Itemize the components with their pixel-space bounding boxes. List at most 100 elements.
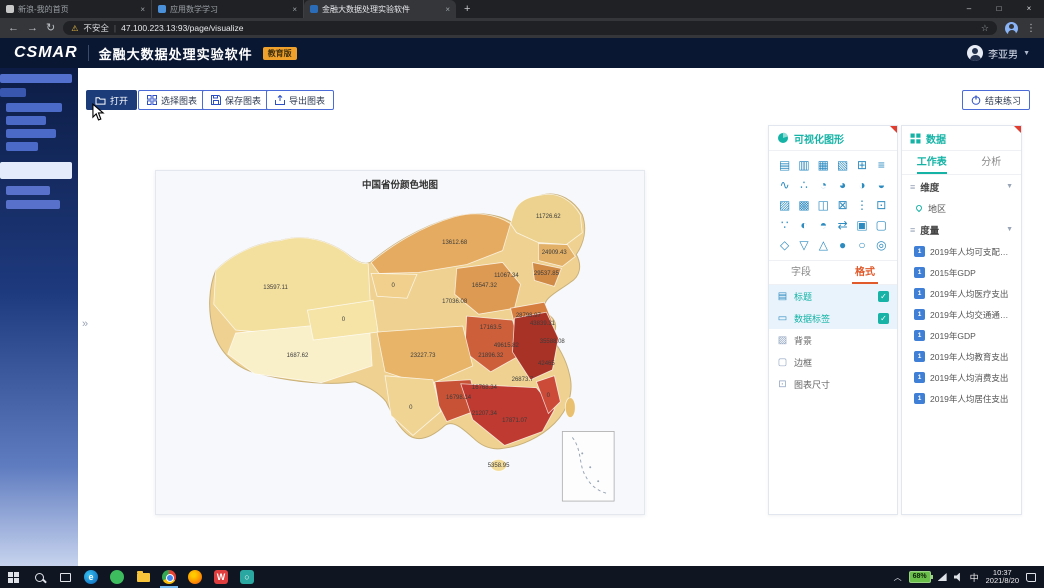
browser-tab-3[interactable]: 金融大数据处理实验软件× [304, 0, 456, 18]
chart-type-list-view-icon[interactable]: ≡ [873, 158, 889, 173]
end-practice-button[interactable]: 结束练习 [962, 90, 1030, 110]
chart-type-rose-chart-icon[interactable]: ◓ [815, 218, 831, 233]
chart-type-pie-chart-icon[interactable]: ◕ [835, 178, 851, 193]
tab-close-icon[interactable]: × [445, 5, 450, 14]
maximize-button[interactable]: □ [984, 0, 1014, 18]
chart-type-treemap-icon[interactable]: ▩ [796, 198, 812, 213]
chart-type-triangle-plot-icon[interactable]: △ [815, 238, 831, 253]
taskbar-app-green[interactable] [104, 566, 130, 588]
battery-icon[interactable]: 68% [909, 571, 931, 583]
chart-type-table-icon[interactable]: ▤ [777, 158, 793, 173]
sidebar-expand-icon[interactable]: » [82, 318, 88, 330]
chart-type-bar-chart-icon[interactable]: ▥ [796, 158, 812, 173]
measure-item[interactable]: 12019年人均居住支出 [902, 388, 1021, 409]
checkbox-checked-icon[interactable]: ✓ [878, 291, 889, 302]
sidebar-menu-item[interactable] [6, 200, 60, 209]
chart-type-filled-circle-icon[interactable]: ● [835, 238, 851, 253]
browser-tab-1[interactable]: 新浪-我的首页× [0, 0, 152, 18]
export-chart-button[interactable]: 导出图表 [266, 90, 334, 110]
taskbar-clock[interactable]: 10:37 2021/8/20 [986, 569, 1019, 586]
measure-item[interactable]: 12019年人均可支配收入 [902, 241, 1021, 262]
chart-type-gauge-chart-icon[interactable]: ◒ [873, 178, 889, 193]
tab-worksheet[interactable]: 工作表 [902, 151, 962, 174]
measure-item[interactable]: 12019年人均消费支出 [902, 367, 1021, 388]
chart-type-inverted-triangle-icon[interactable]: ▽ [796, 238, 812, 253]
sidebar-menu-item[interactable] [6, 129, 56, 138]
volume-icon[interactable] [954, 573, 963, 582]
measure-item[interactable]: 12019年GDP [902, 325, 1021, 346]
taskbar-firefox[interactable] [182, 566, 208, 588]
taskbar-app-teal[interactable]: ○ [234, 566, 260, 588]
chart-type-histogram-icon[interactable]: ▦ [815, 158, 831, 173]
user-menu[interactable]: 李亚男 ▼ [967, 45, 1030, 61]
browser-menu-icon[interactable]: ⋮ [1026, 23, 1036, 34]
dimension-section-header[interactable]: ≡ 维度 ▼ [902, 175, 1021, 198]
measure-item[interactable]: 12019年人均医疗支出 [902, 283, 1021, 304]
chart-type-map-chart-icon[interactable]: ◎ [873, 238, 889, 253]
bookmark-star-icon[interactable]: ☆ [981, 23, 989, 34]
action-center-icon[interactable] [1026, 573, 1036, 582]
chart-type-funnel-chart-icon[interactable]: ▣ [854, 218, 870, 233]
new-tab-button[interactable]: + [456, 0, 478, 18]
tab-close-icon[interactable]: × [140, 5, 145, 14]
chart-type-box-plot-icon[interactable]: ⊠ [835, 198, 851, 213]
tab-format[interactable]: 格式 [833, 261, 897, 284]
sidebar-menu-item-selected[interactable] [0, 162, 72, 179]
sidebar-menu-item[interactable] [6, 116, 46, 125]
chart-type-diamond-plot-icon[interactable]: ◇ [777, 238, 793, 253]
measure-item[interactable]: 12019年人均教育支出 [902, 346, 1021, 367]
tray-expand-icon[interactable]: ︿ [894, 572, 902, 583]
measure-section-header[interactable]: ≡ 度量 ▼ [902, 218, 1021, 241]
chart-type-scatter-plot-icon[interactable]: ∴ [796, 178, 812, 193]
url-input[interactable]: ⚠ 不安全 | 47.100.223.13:93/page/visualize … [63, 21, 997, 35]
chart-type-stacked-bar-icon[interactable]: ▧ [835, 158, 851, 173]
taskbar-app-red[interactable]: W [208, 566, 234, 588]
security-warning-icon[interactable]: ⚠ [71, 24, 78, 33]
sidebar-menu-item[interactable] [6, 103, 62, 112]
measure-item[interactable]: 12015年GDP [902, 262, 1021, 283]
format-item-background[interactable]: ▨背景 [769, 329, 897, 351]
minimize-button[interactable]: – [954, 0, 984, 18]
chart-type-donut-chart-icon[interactable]: ◑ [854, 178, 870, 193]
format-item-size[interactable]: ⊡图表尺寸 [769, 373, 897, 395]
start-button[interactable] [0, 566, 26, 588]
sidebar-menu-item[interactable] [6, 186, 50, 195]
taskbar-file-explorer[interactable] [130, 566, 156, 588]
chart-type-sankey-chart-icon[interactable]: ⇄ [835, 218, 851, 233]
tab-close-icon[interactable]: × [292, 5, 297, 14]
taskbar-edge[interactable]: e [78, 566, 104, 588]
save-chart-button[interactable]: 保存图表 [202, 90, 270, 110]
measure-item[interactable]: 12019年人均交通通信支出 [902, 304, 1021, 325]
format-item-title[interactable]: ▤标题✓ [769, 285, 897, 307]
chart-type-circle-plot-icon[interactable]: ○ [854, 238, 870, 253]
sidebar-menu-item[interactable] [6, 142, 38, 151]
task-view-button[interactable] [52, 566, 78, 588]
chart-type-matrix-chart-icon[interactable]: ◫ [815, 198, 831, 213]
input-method-indicator[interactable]: 中 [970, 571, 979, 584]
refresh-icon[interactable]: ↻ [46, 18, 55, 38]
tab-analysis[interactable]: 分析 [962, 151, 1022, 174]
tab-field[interactable]: 字段 [769, 261, 833, 284]
chart-type-border-chart-icon[interactable]: ▢ [873, 218, 889, 233]
chart-type-point-cloud-icon[interactable]: ∵ [777, 218, 793, 233]
chart-type-grid-plot-icon[interactable]: ⊞ [854, 158, 870, 173]
sidebar-menu-item[interactable] [0, 88, 26, 97]
taskbar-chrome[interactable] [156, 566, 182, 588]
chart-type-line-chart-icon[interactable]: ∿ [777, 178, 793, 193]
back-icon[interactable]: ← [8, 18, 19, 38]
chart-type-frame-chart-icon[interactable]: ⊡ [873, 198, 889, 213]
checkbox-checked-icon[interactable]: ✓ [878, 313, 889, 324]
chart-type-bubble-chart-icon[interactable]: ◔ [815, 178, 831, 193]
format-item-border[interactable]: ▢边框 [769, 351, 897, 373]
chart-type-heatmap-icon[interactable]: ▨ [777, 198, 793, 213]
dimension-item[interactable]: 地区 [902, 198, 1021, 218]
chart-type-radar-chart-icon[interactable]: ◐ [796, 218, 812, 233]
chart-type-dot-plot-icon[interactable]: ⋮ [854, 198, 870, 213]
browser-profile-avatar[interactable] [1005, 22, 1018, 35]
forward-icon[interactable]: → [27, 18, 38, 38]
format-item-data-label[interactable]: ▭数据标签✓ [769, 307, 897, 329]
sidebar-menu-item[interactable] [0, 74, 72, 83]
network-icon[interactable] [938, 573, 947, 581]
select-chart-button[interactable]: 选择图表 [138, 90, 206, 110]
search-button[interactable] [26, 566, 52, 588]
